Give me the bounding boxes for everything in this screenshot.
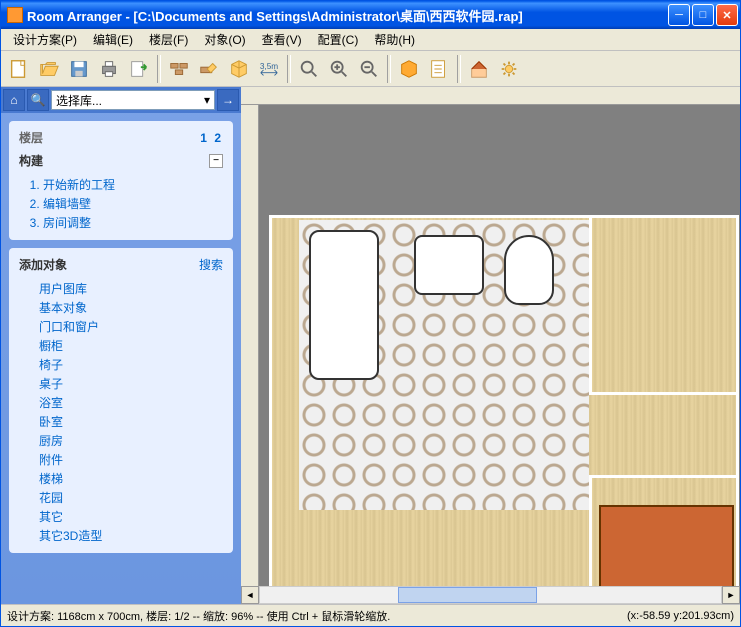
zoom-button[interactable] xyxy=(295,55,323,83)
toolbar-separator xyxy=(157,55,161,83)
toolbar: 3,5m xyxy=(1,51,740,87)
desk xyxy=(599,505,734,586)
search-icon-button[interactable]: 🔍 xyxy=(27,89,49,111)
toilet xyxy=(504,235,554,305)
status-coords: (x:-58.59 y:201.93cm) xyxy=(627,610,734,622)
category-item-8[interactable]: 厨房 xyxy=(39,431,223,450)
toolbar-separator xyxy=(387,55,391,83)
list-button[interactable] xyxy=(425,55,453,83)
save-button[interactable] xyxy=(65,55,93,83)
category-item-13[interactable]: 其它3D造型 xyxy=(39,526,223,545)
menu-design[interactable]: 设计方案(P) xyxy=(5,29,85,50)
wall-button[interactable] xyxy=(165,55,193,83)
category-item-7[interactable]: 卧室 xyxy=(39,412,223,431)
menu-floor[interactable]: 楼层(F) xyxy=(141,29,196,50)
add-object-label: 添加对象 xyxy=(19,256,67,273)
sidebar: ⌂ 🔍 选择库... ▾ → 楼层 1 2 xyxy=(1,87,241,604)
new-button[interactable] xyxy=(5,55,33,83)
edit-wall-button[interactable] xyxy=(195,55,223,83)
category-item-3[interactable]: 橱柜 xyxy=(39,336,223,355)
category-item-6[interactable]: 浴室 xyxy=(39,393,223,412)
sidebar-search-bar: ⌂ 🔍 选择库... ▾ → xyxy=(1,87,241,113)
settings-button[interactable] xyxy=(495,55,523,83)
scroll-left-button[interactable]: ◄ xyxy=(241,586,259,604)
collapse-button[interactable]: − xyxy=(209,154,223,168)
svg-text:3,5m: 3,5m xyxy=(260,62,278,71)
category-item-0[interactable]: 用户图库 xyxy=(39,279,223,298)
menu-object[interactable]: 对象(O) xyxy=(196,29,253,50)
menu-view[interactable]: 查看(V) xyxy=(254,29,310,50)
scroll-right-button[interactable]: ► xyxy=(722,586,740,604)
category-item-1[interactable]: 基本对象 xyxy=(39,298,223,317)
category-item-10[interactable]: 楼梯 xyxy=(39,469,223,488)
category-item-4[interactable]: 椅子 xyxy=(39,355,223,374)
close-button[interactable]: ✕ xyxy=(716,4,738,26)
minimize-button[interactable]: ─ xyxy=(668,4,690,26)
open-button[interactable] xyxy=(35,55,63,83)
toolbar-separator xyxy=(287,55,291,83)
add-object-panel: 添加对象 搜索 用户图库基本对象门口和窗户橱柜椅子桌子浴室卧室厨房附件楼梯花园其… xyxy=(9,248,233,553)
ruler-horizontal xyxy=(241,87,740,105)
menu-config[interactable]: 配置(C) xyxy=(310,29,367,50)
floor-link-2[interactable]: 2 xyxy=(214,131,221,145)
window-title: Room Arranger - [C:\Documents and Settin… xyxy=(27,6,668,25)
zoom-in-button[interactable] xyxy=(325,55,353,83)
maximize-button[interactable]: □ xyxy=(692,4,714,26)
build-item-1[interactable]: 编辑墙壁 xyxy=(43,194,223,213)
status-design-info: 设计方案: 1168cm x 700cm, 楼层: 1/2 -- 缩放: 96%… xyxy=(7,608,627,624)
search-link[interactable]: 搜索 xyxy=(199,256,223,273)
status-bar: 设计方案: 1168cm x 700cm, 楼层: 1/2 -- 缩放: 96%… xyxy=(1,604,740,626)
sink xyxy=(414,235,484,295)
category-item-9[interactable]: 附件 xyxy=(39,450,223,469)
menu-bar: 设计方案(P) 编辑(E) 楼层(F) 对象(O) 查看(V) 配置(C) 帮助… xyxy=(1,29,740,51)
app-icon xyxy=(7,7,23,23)
object-button[interactable] xyxy=(225,55,253,83)
title-bar: Room Arranger - [C:\Documents and Settin… xyxy=(1,1,740,29)
export-button[interactable] xyxy=(125,55,153,83)
floors-label: 楼层 xyxy=(19,129,43,146)
canvas-area: ◄ ► xyxy=(241,87,740,604)
library-select-text: 选择库... xyxy=(56,92,102,109)
scroll-thumb[interactable] xyxy=(398,587,536,603)
horizontal-scrollbar[interactable]: ◄ ► xyxy=(241,586,740,604)
build-item-2[interactable]: 房间调整 xyxy=(43,213,223,232)
3d-button[interactable] xyxy=(395,55,423,83)
floor-plan[interactable] xyxy=(259,105,740,586)
menu-edit[interactable]: 编辑(E) xyxy=(85,29,141,50)
floors-panel: 楼层 1 2 构建 − 开始新的工程编辑墙壁房间调整 xyxy=(9,121,233,240)
build-label: 构建 xyxy=(19,152,43,169)
toolbar-separator xyxy=(457,55,461,83)
zoom-out-button[interactable] xyxy=(355,55,383,83)
category-item-5[interactable]: 桌子 xyxy=(39,374,223,393)
home-icon-button[interactable]: ⌂ xyxy=(3,89,25,111)
ruler-vertical xyxy=(241,105,259,586)
category-item-11[interactable]: 花园 xyxy=(39,488,223,507)
build-item-0[interactable]: 开始新的工程 xyxy=(43,175,223,194)
print-button[interactable] xyxy=(95,55,123,83)
home-button[interactable] xyxy=(465,55,493,83)
bathtub xyxy=(309,230,379,380)
category-item-12[interactable]: 其它 xyxy=(39,507,223,526)
floor-link-1[interactable]: 1 xyxy=(200,131,207,145)
dropdown-icon: ▾ xyxy=(204,93,210,107)
measure-button[interactable]: 3,5m xyxy=(255,55,283,83)
category-item-2[interactable]: 门口和窗户 xyxy=(39,317,223,336)
library-select[interactable]: 选择库... ▾ xyxy=(51,90,215,110)
menu-help[interactable]: 帮助(H) xyxy=(366,29,423,50)
go-button[interactable]: → xyxy=(217,89,239,111)
